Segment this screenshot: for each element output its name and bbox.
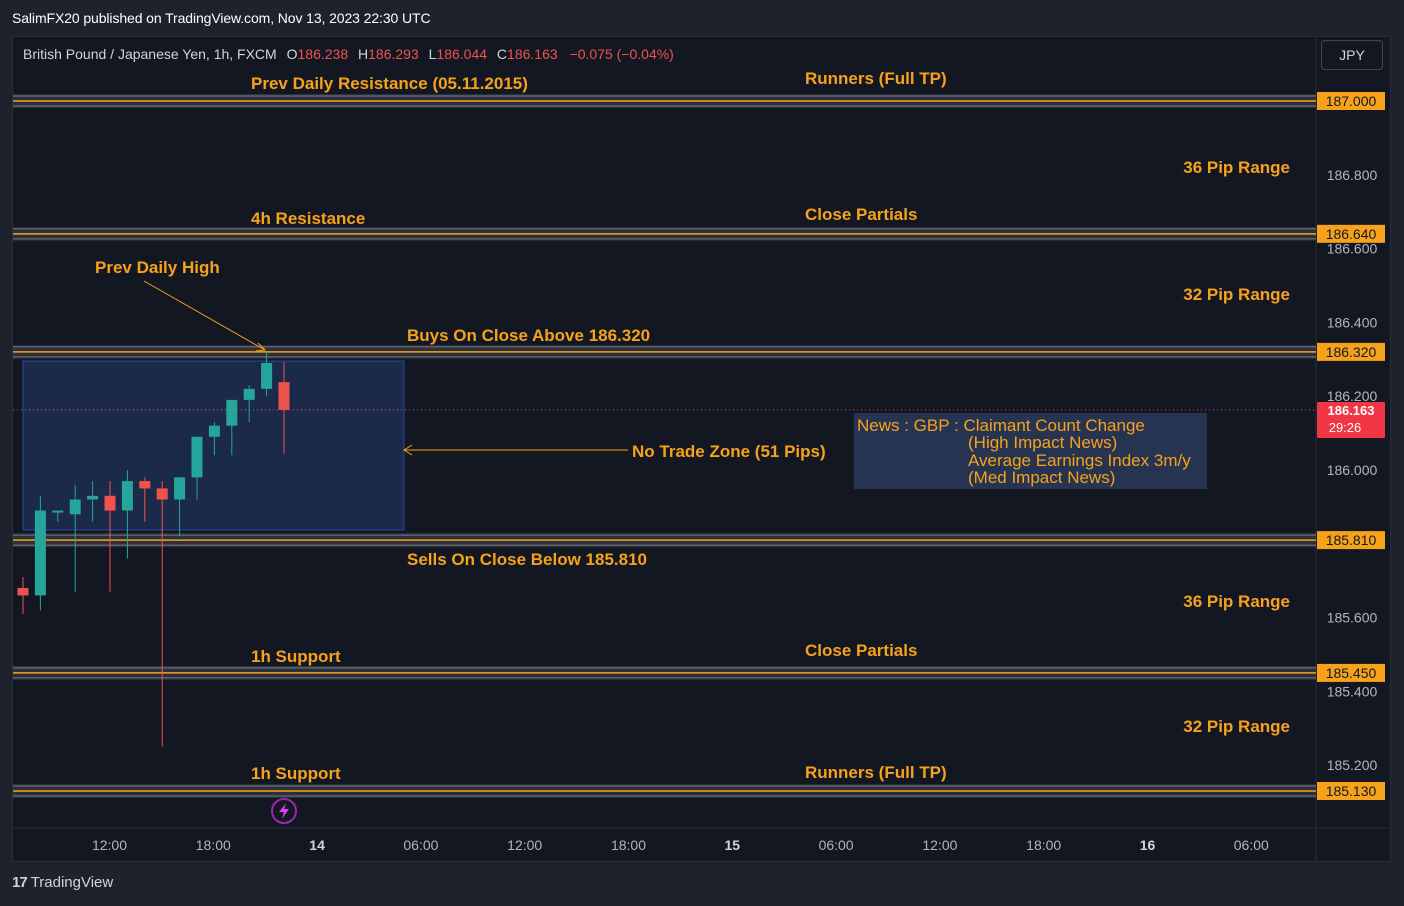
time-tick-label: 06:00 (403, 837, 438, 853)
high-value: 186.293 (368, 46, 419, 62)
close-value: 186.163 (507, 46, 558, 62)
lightning-icon[interactable] (279, 803, 289, 819)
prev-daily-resistance-label: Prev Daily Resistance (05.11.2015) (251, 74, 528, 93)
time-tick-label: 12:00 (922, 837, 957, 853)
time-tick-label: 14 (309, 837, 325, 853)
price-tick-label: 186.200 (1327, 388, 1378, 404)
support-1h-a-label: 1h Support (251, 647, 341, 666)
low-label: L (429, 46, 437, 62)
close-partials-top-label: Close Partials (805, 205, 917, 224)
open-value: 186.238 (298, 46, 349, 62)
runners-bottom-label: Runners (Full TP) (805, 763, 947, 782)
countdown-label: 29:26 (1329, 420, 1362, 435)
candle-body (174, 477, 186, 500)
candle-body (17, 588, 29, 596)
range-32-bottom-label: 32 Pip Range (1183, 717, 1290, 736)
buys-label: Buys On Close Above 186.320 (407, 326, 650, 345)
open-label: O (287, 46, 298, 62)
change-value: −0.075 (−0.04%) (570, 46, 674, 62)
range-36-bottom-label: 36 Pip Range (1183, 592, 1290, 611)
candle-body (278, 382, 290, 410)
candle-body (104, 495, 116, 511)
candle-body (139, 481, 151, 489)
news-line-4: (Med Impact News) (968, 468, 1115, 487)
symbol-name: British Pound / Japanese Yen, 1h, FXCM (23, 46, 277, 62)
candle-body (69, 499, 81, 515)
sells-label: Sells On Close Below 185.810 (407, 550, 647, 569)
level-price-label: 186.640 (1326, 226, 1377, 242)
time-tick-label: 18:00 (196, 837, 231, 853)
level-price-label: 186.320 (1326, 344, 1377, 360)
level-price-label: 185.450 (1326, 665, 1377, 681)
level-price-label: 187.000 (1326, 93, 1377, 109)
price-tick-label: 186.800 (1327, 167, 1378, 183)
currency-button[interactable]: JPY (1321, 40, 1383, 70)
close-partials-bottom-label: Close Partials (805, 641, 917, 660)
close-label: C (497, 46, 507, 62)
time-tick-label: 18:00 (611, 837, 646, 853)
candle-body (208, 425, 220, 437)
footer-brand[interactable]: TradingView (31, 874, 114, 891)
high-label: H (358, 46, 368, 62)
current-price-label: 186.163 (1328, 403, 1375, 418)
runners-top-label: Runners (Full TP) (805, 69, 947, 88)
candle-body (243, 388, 255, 400)
symbol-label: British Pound / Japanese Yen, 1h, FXCM O… (23, 46, 674, 62)
price-chart[interactable]: British Pound / Japanese Yen, 1h, FXCM O… (0, 0, 1404, 906)
candle-body (261, 362, 273, 389)
tradingview-logo-icon[interactable]: 17 (12, 874, 28, 891)
price-tick-label: 185.600 (1327, 610, 1378, 626)
time-tick-label: 12:00 (92, 837, 127, 853)
candle-body (191, 436, 203, 478)
level-price-label: 185.810 (1326, 532, 1377, 548)
candle-body (121, 481, 133, 511)
footer: 17 TradingView (12, 874, 113, 891)
price-tick-label: 185.200 (1327, 757, 1378, 773)
level-price-label: 185.130 (1326, 783, 1377, 799)
time-axis-ticks: 12:00 18:00 14 06:00 12:00 18:00 15 06:00 12:00 1… (92, 837, 1269, 853)
time-tick-label: 18:00 (1026, 837, 1061, 853)
time-tick-label: 12:00 (507, 837, 542, 853)
low-value: 186.044 (436, 46, 487, 62)
price-tick-label: 186.400 (1327, 314, 1378, 330)
candle-body (156, 488, 168, 500)
time-tick-label: 16 (1140, 837, 1156, 853)
range-32-top-label: 32 Pip Range (1183, 285, 1290, 304)
price-axis-ticks: 186.800 186.600 186.400 186.200 186.000 185.6… (1327, 167, 1378, 773)
range-36-top-label: 36 Pip Range (1183, 158, 1290, 177)
candle-body (52, 510, 64, 513)
prev-daily-high-arrow (143, 280, 266, 351)
time-tick-label: 15 (725, 837, 741, 853)
candle-body (87, 495, 99, 500)
price-tick-label: 186.600 (1327, 241, 1378, 257)
no-trade-zone-label: No Trade Zone (51 Pips) (632, 442, 826, 461)
price-tick-label: 185.400 (1327, 683, 1378, 699)
support-1h-b-label: 1h Support (251, 764, 341, 783)
resistance-4h-label: 4h Resistance (251, 209, 365, 228)
news-line-2: (High Impact News) (968, 433, 1117, 452)
time-tick-label: 06:00 (1234, 837, 1269, 853)
candle-body (34, 510, 46, 596)
time-tick-label: 06:00 (819, 837, 854, 853)
candle-body (226, 399, 238, 426)
prev-daily-high-label: Prev Daily High (95, 258, 220, 277)
price-tick-label: 186.000 (1327, 462, 1378, 478)
